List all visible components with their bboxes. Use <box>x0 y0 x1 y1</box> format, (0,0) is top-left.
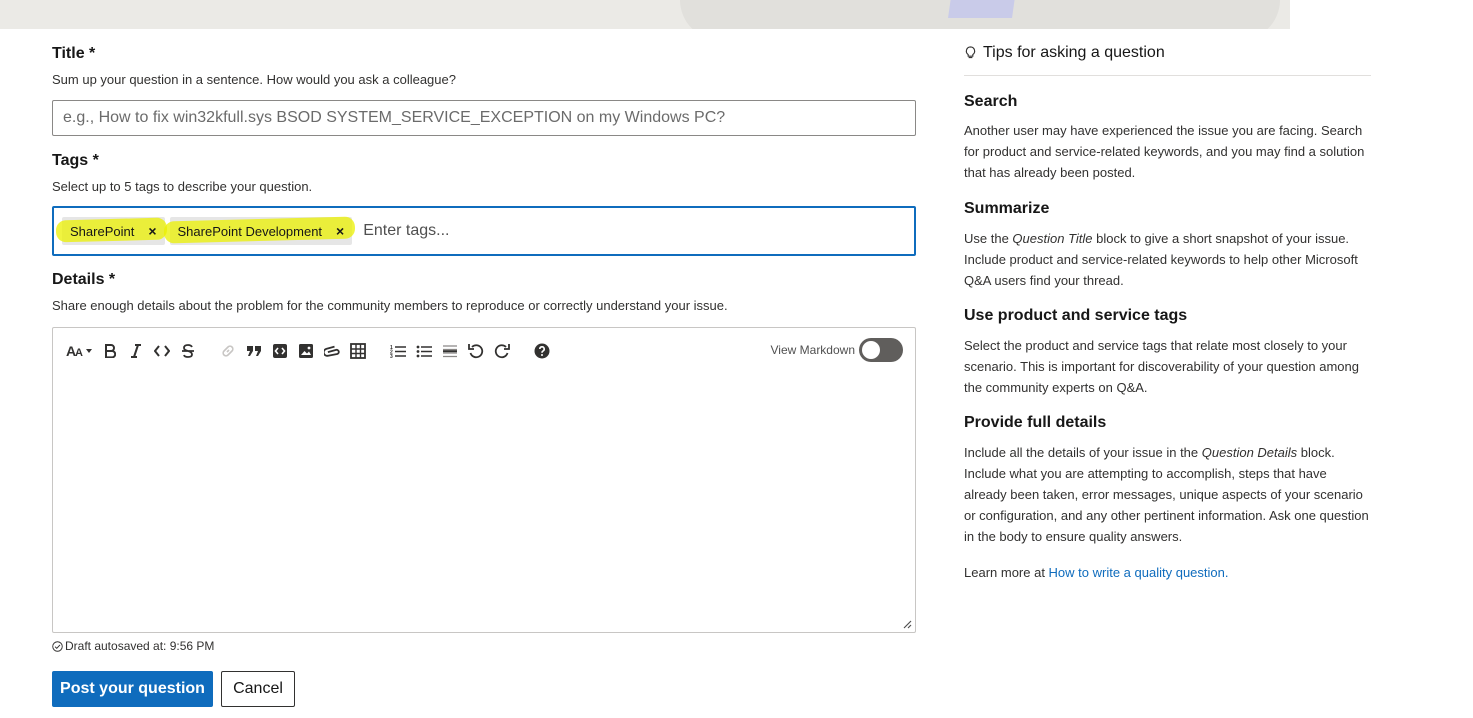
quality-question-link[interactable]: How to write a quality question. <box>1049 565 1229 580</box>
tips-header: Tips for asking a question <box>964 44 1371 76</box>
view-markdown-toggle[interactable] <box>859 338 903 362</box>
tip-summarize-text: Use the Question Title block to give a s… <box>964 231 1358 288</box>
tag-chip-label: SharePoint Development <box>177 223 323 239</box>
bold-icon[interactable] <box>97 340 123 362</box>
tip-details-text: Include all the details of your issue in… <box>964 445 1369 544</box>
bulleted-list-icon[interactable] <box>411 340 437 362</box>
font-size-icon[interactable]: AA <box>63 340 97 362</box>
cancel-button[interactable]: Cancel <box>221 671 295 707</box>
post-question-button[interactable]: Post your question <box>52 671 213 707</box>
table-icon[interactable] <box>345 340 371 362</box>
details-label: Details * <box>52 271 116 288</box>
tip-tags-title: Use product and service tags <box>964 307 1188 324</box>
tip-details-title: Provide full details <box>964 414 1107 431</box>
tag-chip: SharePoint × <box>55 217 167 245</box>
undo-icon[interactable] <box>463 340 489 362</box>
tip-tags-text: Select the product and service tags that… <box>964 338 1360 395</box>
title-helper-text: Sum up your question in a sentence. How … <box>52 72 456 87</box>
redo-icon[interactable] <box>489 340 515 362</box>
learn-more: Learn more at How to write a quality que… <box>964 565 1229 580</box>
link-icon[interactable] <box>215 340 241 362</box>
check-circle-icon <box>52 640 63 652</box>
autosave-status: Draft autosaved at: 9:56 PM <box>52 639 214 653</box>
hero-decoration <box>1290 0 1473 29</box>
view-markdown-control: View Markdown <box>771 338 903 362</box>
tag-chip: SharePoint Development × <box>163 216 355 245</box>
tags-input[interactable] <box>361 221 762 241</box>
horizontal-rule-icon[interactable] <box>437 340 463 362</box>
tags-field[interactable]: SharePoint × SharePoint Development × <box>52 206 916 256</box>
svg-text:A: A <box>75 347 83 358</box>
code-icon[interactable] <box>149 340 175 362</box>
tags-helper-text: Select up to 5 tags to describe your que… <box>52 179 313 194</box>
attachment-icon[interactable] <box>319 340 345 362</box>
lightbulb-icon <box>965 46 976 59</box>
autosave-text: Draft autosaved at: 9:56 PM <box>65 639 215 653</box>
toggle-knob <box>862 341 880 359</box>
tip-search-text: Another user may have experienced the is… <box>964 123 1365 180</box>
quote-icon[interactable] <box>241 340 267 362</box>
code-block-icon[interactable] <box>267 340 293 362</box>
hero-decoration <box>948 0 1016 18</box>
tags-label: Tags * <box>52 152 99 169</box>
tag-chip-label: SharePoint <box>70 223 135 239</box>
tip-search-title: Search <box>964 93 1018 110</box>
image-icon[interactable] <box>293 340 319 362</box>
hero-banner <box>0 0 1473 29</box>
italic-icon[interactable] <box>123 340 149 362</box>
details-editor[interactable]: AA 1 2 3 View Markdown <box>52 327 916 633</box>
numbered-list-icon[interactable]: 123 <box>385 340 411 362</box>
resize-handle-icon[interactable] <box>902 619 912 629</box>
editor-toolbar: AA 1 2 3 <box>63 340 555 362</box>
remove-tag-icon[interactable]: × <box>336 223 344 239</box>
tips-title: Tips for asking a question <box>983 44 1165 61</box>
view-markdown-label: View Markdown <box>770 343 855 357</box>
svg-text:3: 3 <box>390 354 393 358</box>
remove-tag-icon[interactable]: × <box>148 223 156 239</box>
title-input[interactable] <box>52 100 916 136</box>
title-label: Title * <box>52 45 96 62</box>
help-icon[interactable] <box>529 340 555 362</box>
strikethrough-icon[interactable] <box>175 340 201 362</box>
tip-summarize-title: Summarize <box>964 200 1050 217</box>
details-helper-text: Share enough details about the problem f… <box>52 298 728 313</box>
